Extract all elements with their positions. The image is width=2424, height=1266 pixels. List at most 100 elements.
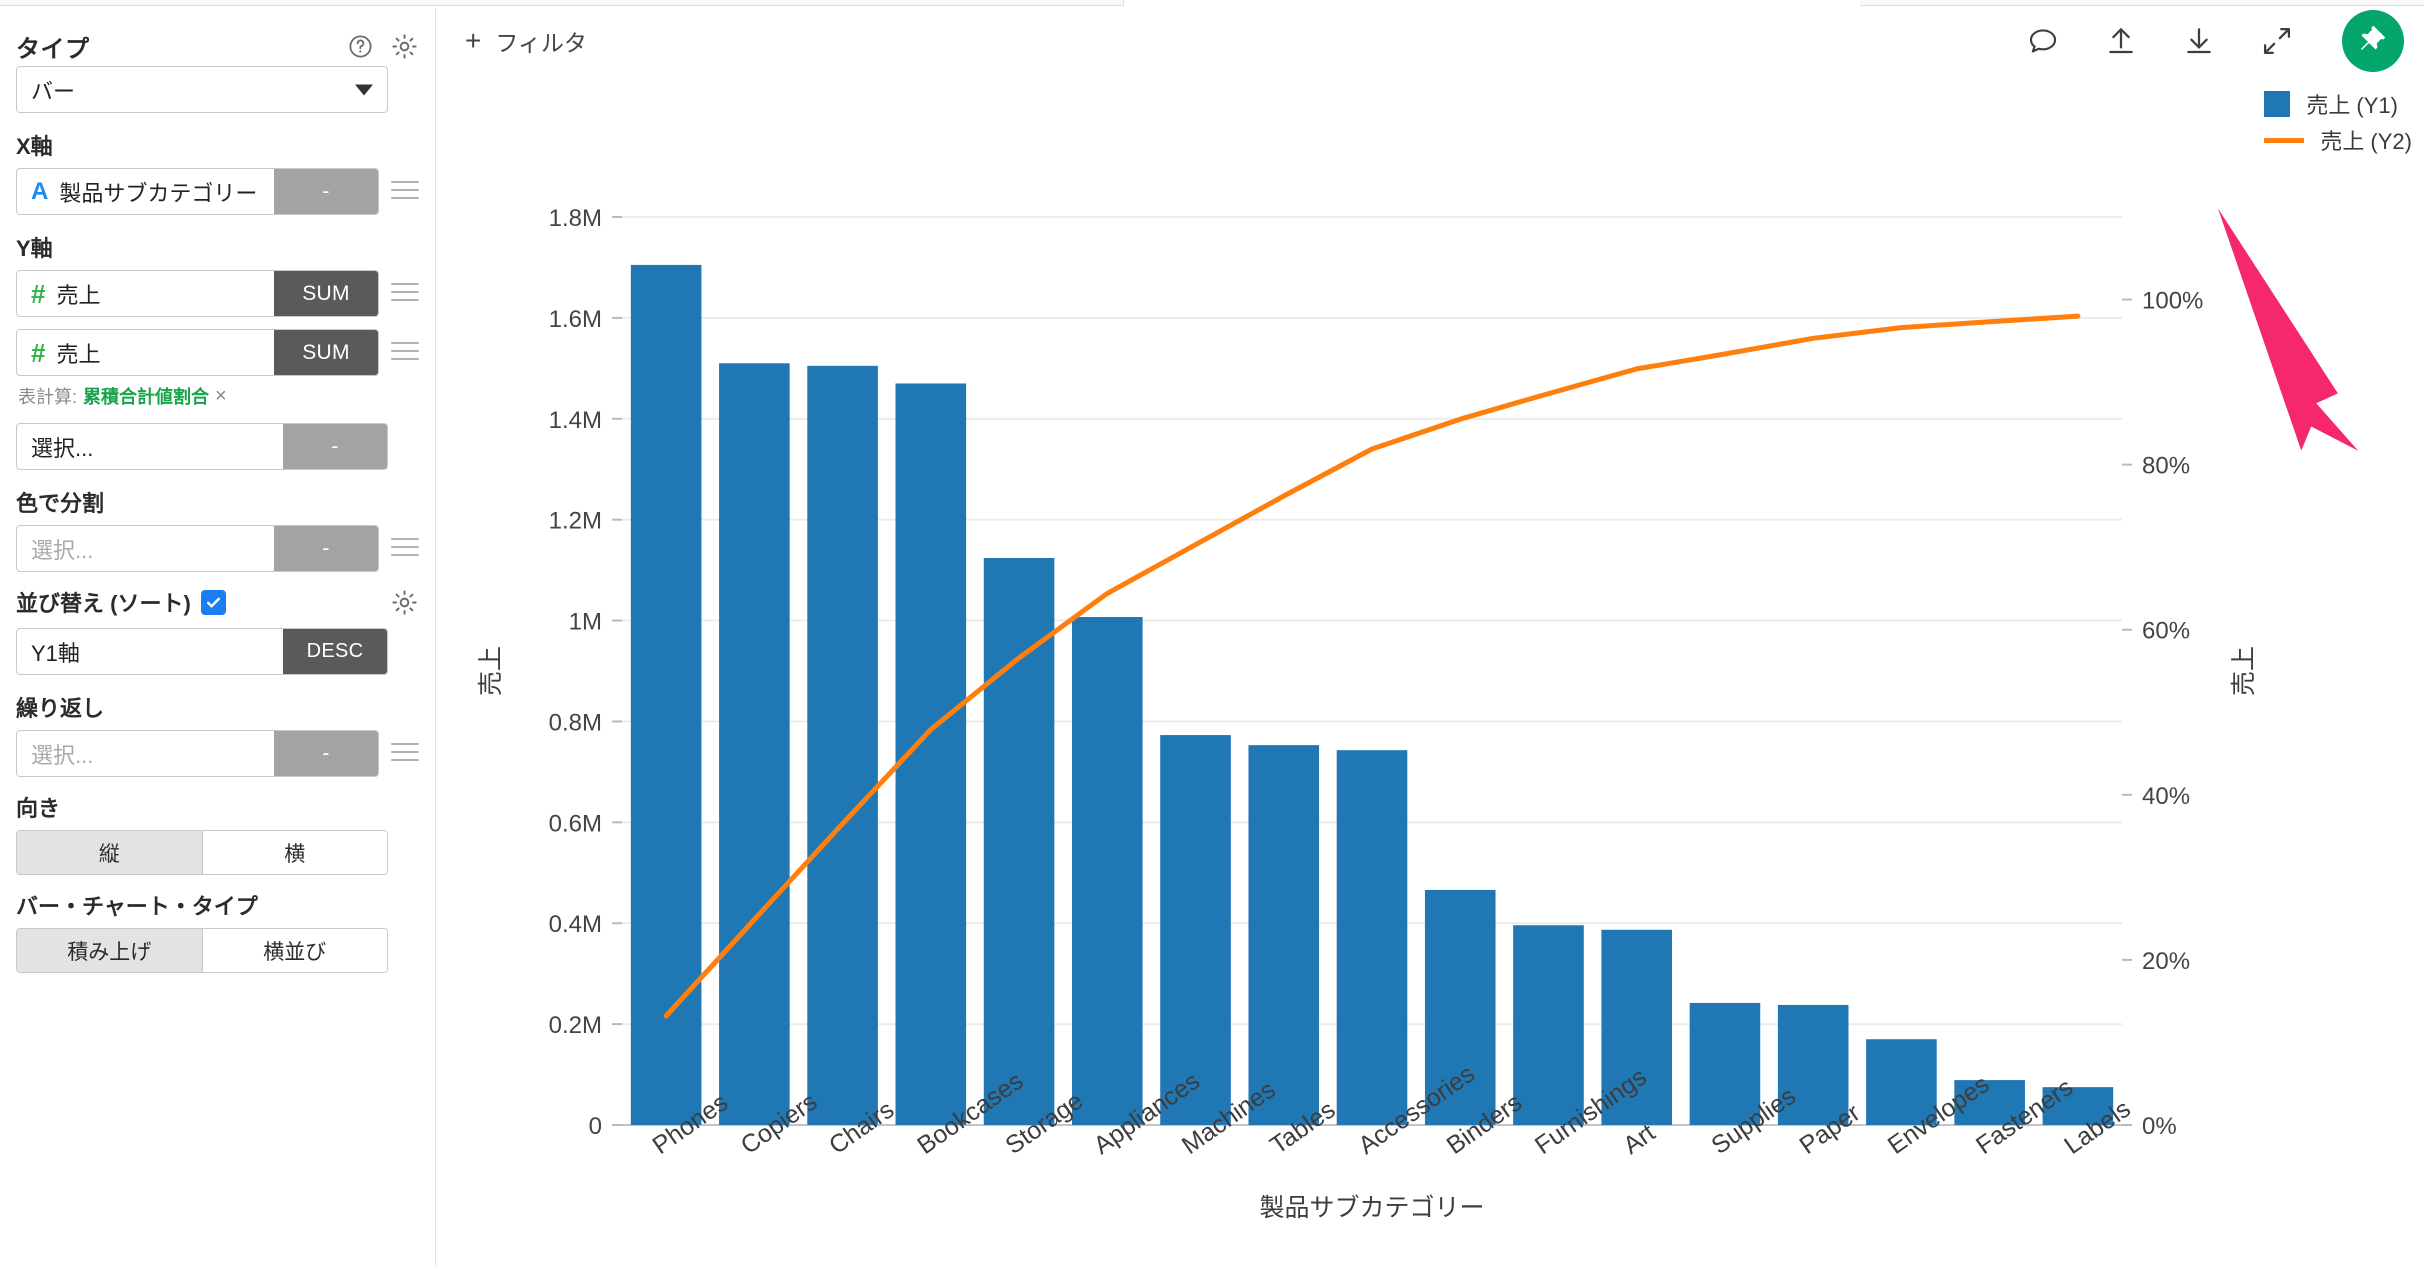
svg-text:40%: 40% <box>2142 783 2190 810</box>
y-axis-field-chip-2[interactable]: # 売上 SUM <box>16 329 379 376</box>
orientation-option-horizontal[interactable]: 横 <box>201 831 387 874</box>
plus-icon: + <box>465 25 482 56</box>
bar-type-option-stacked[interactable]: 積み上げ <box>17 929 202 972</box>
table-calc-prefix: 表計算: <box>18 387 78 407</box>
y-axis-agg-1[interactable]: SUM <box>274 271 378 316</box>
type-section-title: タイプ <box>16 35 90 63</box>
color-split-placeholder: 選択... <box>31 537 94 563</box>
bar[interactable] <box>719 363 790 1125</box>
number-type-icon: # <box>31 337 46 368</box>
bar-chart-type-label: バー・チャート・タイプ <box>16 894 258 919</box>
pin-button[interactable] <box>2342 10 2404 72</box>
x-axis-field-chip[interactable]: A 製品サブカテゴリー - <box>16 168 379 215</box>
panel-top-edge <box>0 0 2424 8</box>
type-section-header: タイプ <box>16 26 419 66</box>
y-axis-agg-2[interactable]: SUM <box>274 330 378 375</box>
repeat-row: 選択... - <box>16 730 419 777</box>
bar[interactable] <box>1072 617 1143 1125</box>
sort-section-header: 並び替え (ソート) <box>16 582 419 622</box>
y-axis-menu-icon-1[interactable] <box>391 282 419 305</box>
x-axis-menu-icon[interactable] <box>391 180 419 203</box>
y-axis-label: Y軸 <box>16 236 53 261</box>
svg-text:0.6M: 0.6M <box>549 810 602 837</box>
y-axis-menu-icon-2[interactable] <box>391 341 419 364</box>
table-calc-remove-icon[interactable]: × <box>215 385 227 408</box>
color-split-menu-icon[interactable] <box>391 537 419 560</box>
bar[interactable] <box>983 558 1055 1125</box>
y2-axis-title: 売上 <box>2230 646 2258 696</box>
gear-icon[interactable] <box>390 32 419 61</box>
sort-field-row: Y1軸 DESC <box>16 628 419 675</box>
plot-svg: 0 0.2M 0.4M 0.6M 0.8M 1M 1.2M 1.4M 1.6M 1.8M 0% 20%… <box>477 205 2258 1222</box>
bar[interactable] <box>1160 735 1231 1125</box>
y-axis-field-chip-1[interactable]: # 売上 SUM <box>16 270 379 317</box>
chart-builder-screen: タイプ バー X軸 A 製品サブカテゴリー - Y軸 # 売上 SUM # 売上… <box>0 0 2424 1266</box>
color-split-label: 色で分割 <box>16 491 105 516</box>
table-calculation-note: 表計算: 累積合計値割合 × <box>18 383 419 409</box>
y-axis-field-chip-3[interactable]: 選択... - <box>16 423 388 470</box>
x-axis-agg[interactable]: - <box>274 169 378 214</box>
repeat-agg[interactable]: - <box>274 731 378 776</box>
bar-type-option-grouped[interactable]: 横並び <box>201 929 387 972</box>
y-axis-field-name-1: 売上 <box>56 282 101 308</box>
repeat-label: 繰り返し <box>16 696 105 721</box>
expand-icon[interactable] <box>2260 24 2294 58</box>
sort-checkbox[interactable] <box>200 589 226 615</box>
number-type-icon: # <box>31 278 46 309</box>
y-axis-field-row-2: # 売上 SUM <box>16 329 419 376</box>
svg-text:0: 0 <box>589 1113 602 1140</box>
repeat-menu-icon[interactable] <box>391 742 419 765</box>
x-axis-label: X軸 <box>16 134 53 159</box>
repeat-chip[interactable]: 選択... - <box>16 730 379 777</box>
bar[interactable] <box>1336 750 1408 1125</box>
y-axis-title: 売上 <box>477 646 505 696</box>
svg-text:0%: 0% <box>2142 1113 2177 1140</box>
color-split-row: 選択... - <box>16 525 419 572</box>
chevron-down-icon <box>355 84 373 95</box>
y-axis-field-row-3: 選択... - <box>16 423 419 470</box>
color-split-chip[interactable]: 選択... - <box>16 525 379 572</box>
upload-icon[interactable] <box>2104 24 2138 58</box>
pareto-chart: 売上 (Y1) 売上 (Y2) 0 0.2M 0.4M 0.6M 0.8M 1M 1.2M 1… <box>437 74 2424 1266</box>
bar[interactable] <box>807 365 878 1125</box>
sort-direction[interactable]: DESC <box>283 629 387 674</box>
orientation-option-vertical[interactable]: 縦 <box>17 831 202 874</box>
repeat-placeholder: 選択... <box>31 742 94 768</box>
chart-type-value: バー <box>31 78 76 104</box>
string-type-icon: A <box>31 177 49 205</box>
x-axis-field-row: A 製品サブカテゴリー - <box>16 168 419 215</box>
bar[interactable] <box>1513 925 1584 1125</box>
bar[interactable] <box>630 264 702 1125</box>
sort-field-chip[interactable]: Y1軸 DESC <box>16 628 388 675</box>
svg-text:0.4M: 0.4M <box>549 911 602 938</box>
bar[interactable] <box>1248 745 1320 1125</box>
add-filter-button[interactable]: + フィルタ <box>465 24 587 58</box>
svg-text:0.2M: 0.2M <box>549 1012 602 1039</box>
svg-text:0.8M: 0.8M <box>549 709 602 736</box>
orientation-label: 向き <box>16 796 61 821</box>
orientation-toggle: 縦 横 <box>16 830 388 875</box>
toolbar-icons <box>2026 10 2404 72</box>
download-icon[interactable] <box>2182 24 2216 58</box>
x-axis-field-name: 製品サブカテゴリー <box>59 180 258 206</box>
sort-field-name: Y1軸 <box>31 640 80 666</box>
y-axis-field-name-2: 売上 <box>56 341 101 367</box>
color-split-agg[interactable]: - <box>274 526 378 571</box>
y-axis-field-placeholder-3: 選択... <box>31 435 94 461</box>
chart-settings-sidebar: タイプ バー X軸 A 製品サブカテゴリー - Y軸 # 売上 SUM # 売上… <box>0 8 436 1266</box>
comment-icon[interactable] <box>2026 24 2060 58</box>
add-filter-label: フィルタ <box>495 30 587 56</box>
sort-gear-icon[interactable] <box>390 588 419 617</box>
svg-text:1.8M: 1.8M <box>549 205 602 232</box>
chart-type-select[interactable]: バー <box>16 66 388 113</box>
svg-text:1.6M: 1.6M <box>549 306 602 333</box>
question-circle-icon[interactable] <box>347 33 374 60</box>
svg-text:1.2M: 1.2M <box>549 508 602 535</box>
x-axis-title: 製品サブカテゴリー <box>1259 1194 1484 1222</box>
chart-toolbar: + フィルタ <box>437 8 2424 74</box>
bar-chart-type-toggle: 積み上げ 横並び <box>16 928 388 973</box>
svg-text:1M: 1M <box>569 609 602 636</box>
svg-text:80%: 80% <box>2142 453 2190 480</box>
y-axis-agg-3[interactable]: - <box>283 424 387 469</box>
svg-text:100%: 100% <box>2142 288 2203 315</box>
